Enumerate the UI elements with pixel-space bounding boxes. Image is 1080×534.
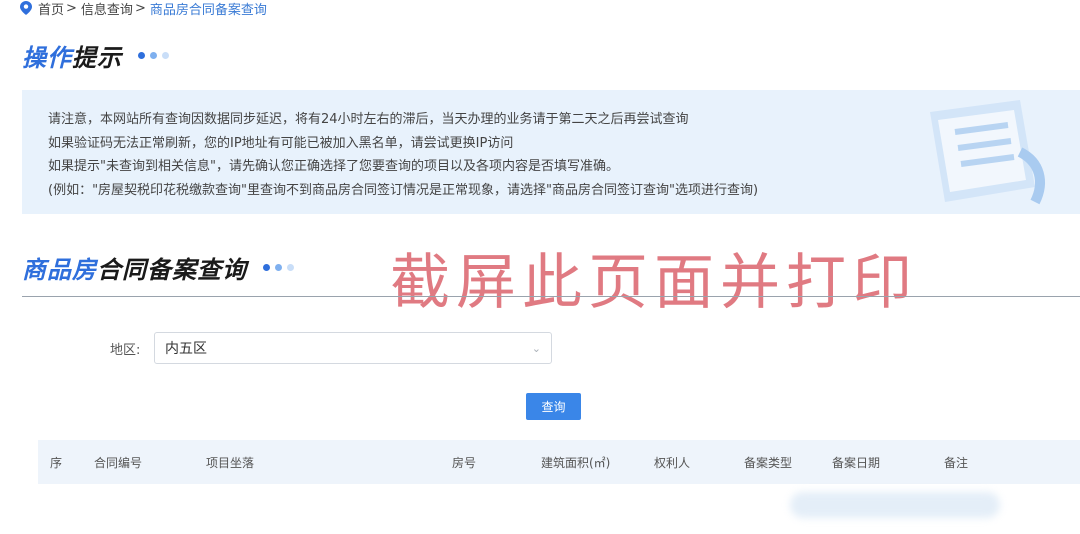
region-form-row: 地区: 内五区 ⌄ <box>110 332 552 364</box>
notice-line: 请注意，本网站所有查询因数据同步延迟，将有24小时左右的滞后，当天办理的业务请于… <box>48 112 689 127</box>
query-title-rest: 合同备案查询 <box>97 256 247 284</box>
region-label: 地区: <box>110 342 141 358</box>
watermark-text: 截屏此页面并打印 <box>390 248 918 318</box>
query-title-highlight: 商品房 <box>22 256 97 284</box>
blurred-smudge-decoration <box>790 492 1000 518</box>
column-header-room-no: 房号 <box>452 456 477 470</box>
chevron-down-icon: ⌄ <box>531 341 541 355</box>
column-header-contract-no: 合同编号 <box>94 456 143 470</box>
query-section-title: 商品房 合同备案查询 <box>22 250 294 285</box>
tips-section-title: 操作 提示 <box>22 38 169 73</box>
location-pin-icon <box>20 1 32 15</box>
breadcrumb-current: 商品房合同备案查询 <box>149 2 267 18</box>
tips-title-rest: 提示 <box>72 44 122 72</box>
column-header-index: 序 <box>50 456 63 470</box>
breadcrumb-separator: > <box>134 0 146 16</box>
notice-line: (例如："房屋契税印花税缴款查询"里查询不到商品房合同签订情况是正常现象，请选择… <box>48 182 759 198</box>
breadcrumb-separator: > <box>66 0 77 16</box>
region-select[interactable]: 内五区 ⌄ <box>154 332 552 364</box>
search-button[interactable]: 查询 <box>526 393 581 420</box>
section-divider <box>22 296 1080 297</box>
breadcrumb: 首页 > 信息查询 > 商品房合同备案查询 <box>20 0 267 18</box>
notice-line: 如果验证码无法正常刷新，您的IP地址有可能已被加入黑名单，请尝试更换IP访问 <box>48 135 514 151</box>
results-table-header: 序 合同编号 项目坐落 房号 建筑面积(㎡) 权利人 备案类型 备案日期 备注 <box>38 440 1080 484</box>
region-select-value: 内五区 <box>165 341 207 357</box>
document-illustration-icon <box>930 100 1045 205</box>
column-header-record-date: 备案日期 <box>832 456 881 470</box>
column-header-remarks: 备注 <box>944 456 969 470</box>
title-dots-decoration <box>263 264 294 271</box>
title-dots-decoration <box>138 52 169 59</box>
column-header-owner: 权利人 <box>654 456 691 470</box>
notice-line: 如果提示"未查询到相关信息"，请先确认您正确选择了您要查询的项目以及各项内容是否… <box>48 159 619 174</box>
breadcrumb-home[interactable]: 首页 <box>38 0 64 18</box>
tips-title-highlight: 操作 <box>22 44 72 72</box>
column-header-record-type: 备案类型 <box>744 456 793 470</box>
notice-panel: 请注意，本网站所有查询因数据同步延迟，将有24小时左右的滞后，当天办理的业务请于… <box>22 90 1080 214</box>
notice-text: 请注意，本网站所有查询因数据同步延迟，将有24小时左右的滞后，当天办理的业务请于… <box>48 108 758 202</box>
column-header-area: 建筑面积(㎡) <box>541 456 611 470</box>
breadcrumb-info[interactable]: 信息查询 <box>81 0 133 18</box>
column-header-location: 项目坐落 <box>206 456 255 470</box>
